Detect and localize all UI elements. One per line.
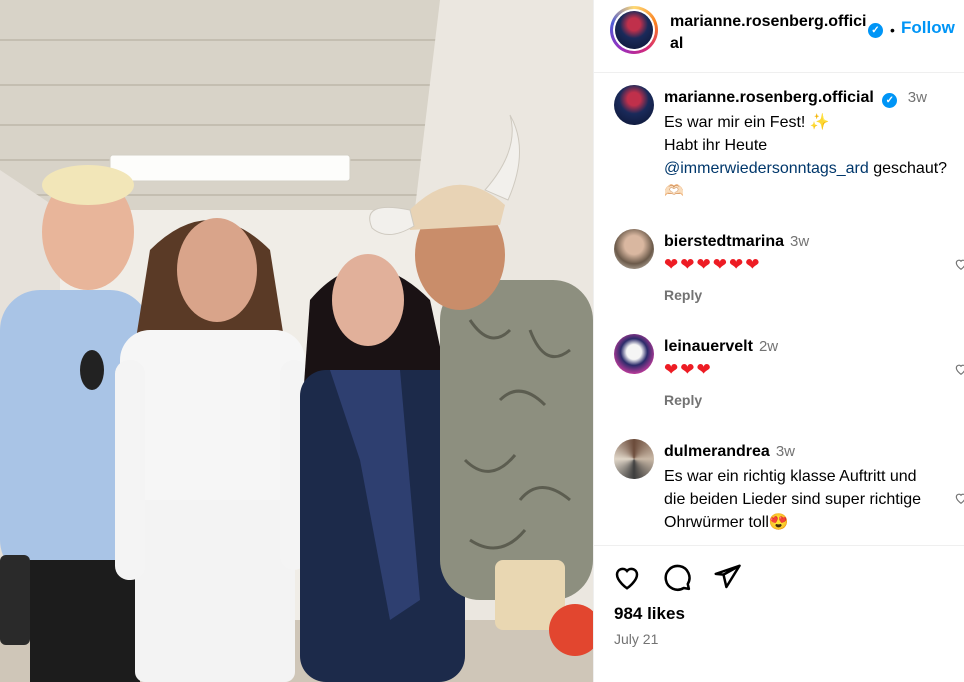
caption-line-2: Habt ihr Heute <box>664 137 768 154</box>
comment-text-line: Ohrwürmer toll😍 <box>664 514 789 531</box>
comment-username[interactable]: leinauervelt <box>664 338 753 355</box>
comment-bubble-icon[interactable] <box>662 562 692 592</box>
caption-time[interactable]: 3w <box>908 89 927 106</box>
comment-time[interactable]: 3w <box>790 233 809 250</box>
follow-button[interactable]: Follow <box>901 18 955 38</box>
likes-count[interactable]: 984 likes <box>614 604 685 624</box>
comment-text-line: die beiden Lieder sind super richtige <box>664 491 922 508</box>
caption-line-4: 🫶🏻 <box>664 183 684 200</box>
commenter-avatar[interactable] <box>614 439 654 479</box>
paper-plane-icon[interactable] <box>712 562 742 592</box>
comment-time[interactable]: 3w <box>776 443 795 460</box>
comment-like-icon[interactable] <box>954 362 964 376</box>
profile-avatar[interactable] <box>610 6 658 54</box>
verified-badge-icon: ✓ <box>868 23 883 38</box>
post-date[interactable]: July 21 <box>614 631 658 647</box>
caption-username[interactable]: marianne.rosenberg.official <box>664 89 874 106</box>
comment-username[interactable]: bierstedtmarina <box>664 233 784 250</box>
commenter-avatar[interactable] <box>614 229 654 269</box>
caption-line-3-rest: geschaut? <box>868 160 948 177</box>
comment-like-icon[interactable] <box>954 491 964 505</box>
comment-like-icon[interactable] <box>954 257 964 271</box>
caption-line-1: Es war mir ein Fest! ✨ <box>664 114 830 131</box>
caption-verified-badge-icon: ✓ <box>882 93 898 108</box>
reply-button[interactable]: Reply <box>664 392 702 408</box>
comments-list[interactable]: marianne.rosenberg.official ✓ 3w Es war … <box>594 73 964 543</box>
caption-avatar[interactable] <box>614 85 654 125</box>
header-username[interactable]: marianne.rosenberg.official <box>670 11 868 55</box>
separator-dot: • <box>890 22 895 38</box>
comment-text-line: Es war ein richtig klasse Auftritt und <box>664 468 917 485</box>
post-photo[interactable] <box>0 0 593 682</box>
photo-illustration <box>0 0 593 682</box>
post-side-panel: marianne.rosenberg.official ✓ • Follow m… <box>593 0 964 682</box>
mention-link[interactable]: @immerwiedersonntags_ard <box>664 160 869 177</box>
comment-username[interactable]: dulmerandrea <box>664 443 770 460</box>
caption-line-3: @immerwiedersonntags_ard geschaut? <box>664 157 947 180</box>
comment-time[interactable]: 2w <box>759 338 778 355</box>
post-actions: 984 likes July 21 <box>594 545 964 682</box>
commenter-avatar[interactable] <box>614 334 654 374</box>
post-header: marianne.rosenberg.official ✓ • Follow <box>594 0 964 73</box>
comment-text: ❤❤❤❤❤❤ <box>664 255 762 274</box>
reply-button[interactable]: Reply <box>664 287 702 303</box>
comment-text: ❤❤❤ <box>664 360 713 379</box>
heart-outline-icon[interactable] <box>612 562 642 592</box>
